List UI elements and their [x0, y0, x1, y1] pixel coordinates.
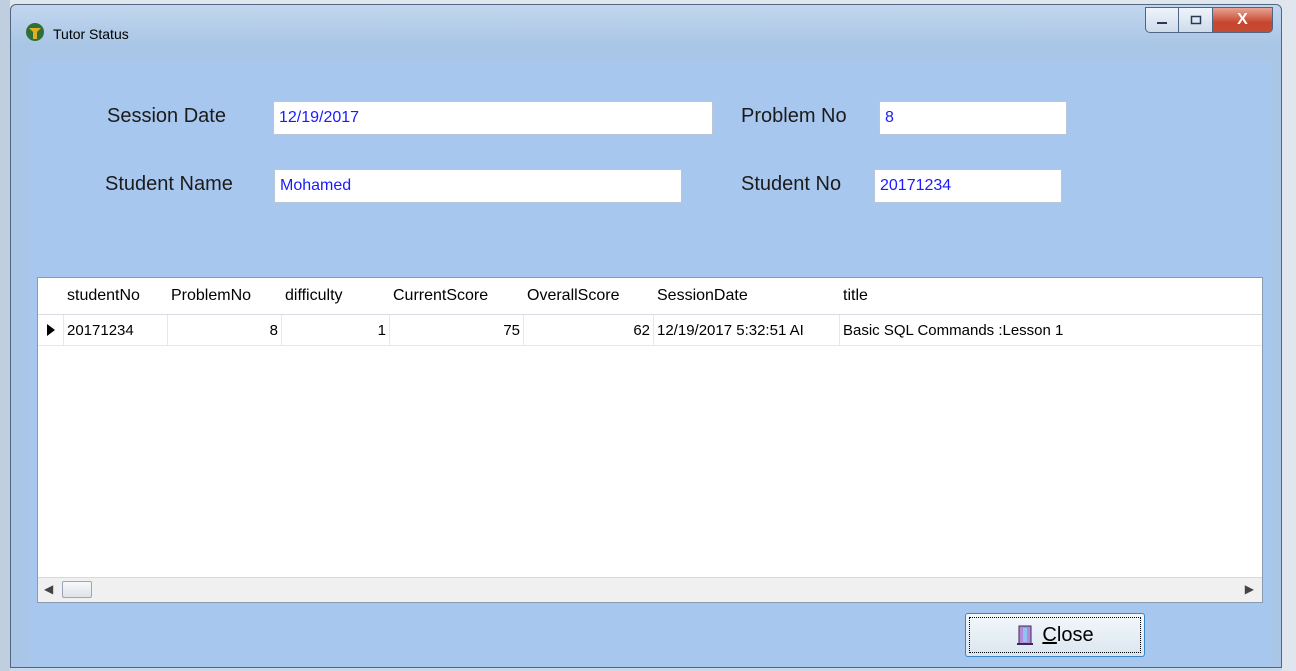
cell-problemno[interactable]: 8	[168, 315, 282, 345]
status-data-grid[interactable]: studentNo ProblemNo difficulty CurrentSc…	[37, 277, 1263, 603]
scroll-right-icon[interactable]: ▶	[1245, 582, 1254, 596]
col-header-title[interactable]: title	[840, 278, 1260, 314]
problem-no-field[interactable]: 8	[879, 101, 1067, 135]
title-bar[interactable]: Tutor Status X	[11, 5, 1281, 55]
session-date-label: Session Date	[107, 105, 226, 127]
door-exit-icon	[1017, 625, 1034, 645]
student-name-field[interactable]: Mohamed	[274, 169, 682, 203]
col-header-sessiondate[interactable]: SessionDate	[654, 278, 840, 314]
close-button[interactable]: Close	[965, 613, 1145, 657]
window-title: Tutor Status	[53, 26, 129, 42]
col-header-studentno[interactable]: studentNo	[64, 278, 168, 314]
app-icon	[26, 23, 44, 41]
col-header-currentscore[interactable]: CurrentScore	[390, 278, 524, 314]
grid-header-row: studentNo ProblemNo difficulty CurrentSc…	[38, 278, 1262, 315]
col-header-problemno[interactable]: ProblemNo	[168, 278, 282, 314]
close-window-button[interactable]: X	[1213, 7, 1273, 33]
student-no-field[interactable]: 20171234	[874, 169, 1062, 203]
scroll-thumb[interactable]	[62, 581, 92, 598]
row-selector-icon[interactable]	[38, 315, 64, 345]
col-header-difficulty[interactable]: difficulty	[282, 278, 390, 314]
close-icon: X	[1237, 11, 1248, 28]
horizontal-scrollbar[interactable]: ◀ ▶	[38, 577, 1262, 602]
cell-studentno[interactable]: 20171234	[64, 315, 168, 345]
minimize-button[interactable]	[1145, 7, 1179, 33]
cell-overallscore[interactable]: 62	[524, 315, 654, 345]
maximize-button[interactable]	[1179, 7, 1213, 33]
maximize-icon	[1190, 15, 1201, 25]
scroll-left-icon[interactable]: ◀	[44, 582, 53, 596]
session-date-field[interactable]: 12/19/2017	[273, 101, 713, 135]
student-no-label: Student No	[741, 173, 842, 195]
close-button-label: Close	[1042, 623, 1094, 646]
col-header-overallscore[interactable]: OverallScore	[524, 278, 654, 314]
cell-sessiondate[interactable]: 12/19/2017 5:32:51 AI	[654, 315, 840, 345]
minimize-icon	[1157, 22, 1167, 24]
window-controls: X	[1145, 7, 1273, 33]
cell-title[interactable]: Basic SQL Commands :Lesson 1	[840, 315, 1260, 345]
grid-corner	[38, 278, 64, 314]
student-name-label: Student Name	[105, 173, 233, 195]
background-app-left	[0, 0, 10, 671]
form-client-area: Session Date 12/19/2017 Problem No 8 Stu…	[29, 61, 1271, 665]
tutor-status-window: Tutor Status X Session Date 12/19/2017 P…	[10, 4, 1282, 668]
table-row[interactable]: 20171234 8 1 75 62 12/19/2017 5:32:51 AI…	[38, 315, 1262, 346]
cell-currentscore[interactable]: 75	[390, 315, 524, 345]
problem-no-label: Problem No	[741, 105, 847, 127]
background-app-right	[1282, 0, 1296, 671]
cell-difficulty[interactable]: 1	[282, 315, 390, 345]
